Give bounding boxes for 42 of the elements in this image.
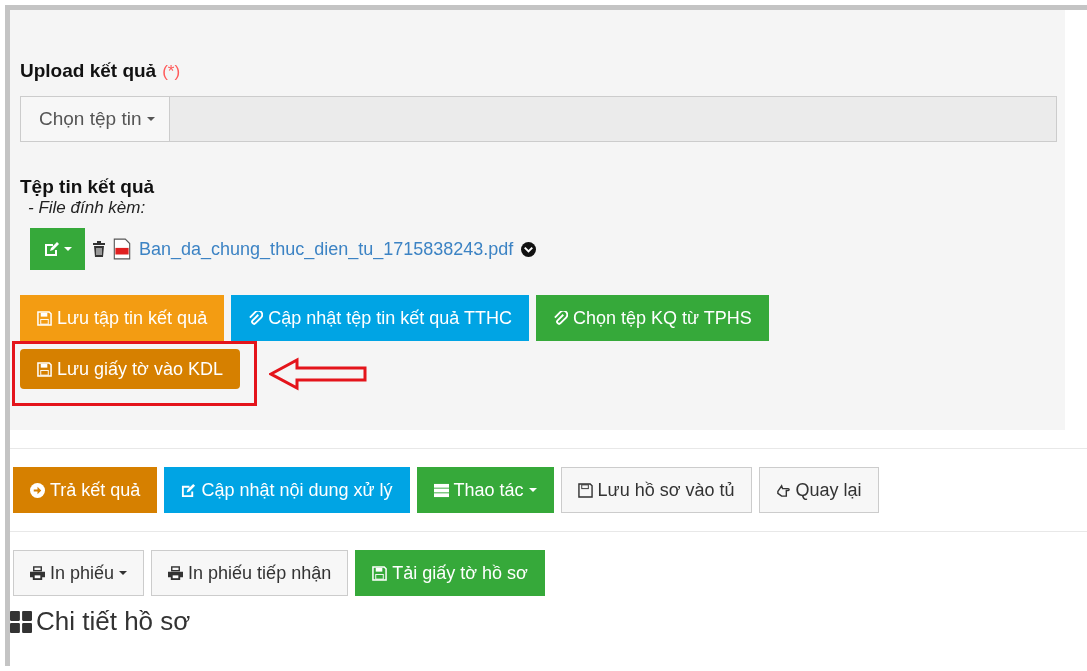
required-mark: (*) [162, 62, 181, 82]
list-icon [433, 482, 449, 498]
file-upload-field[interactable]: Chọn tệp tin [20, 96, 1057, 142]
action-button[interactable]: Quay lại [758, 467, 879, 513]
save-icon [37, 361, 52, 377]
result-files-title: Tệp tin kết quả [20, 176, 156, 198]
pdf-file-icon [113, 238, 131, 260]
section-title: Chi tiết hồ sơ [36, 606, 191, 637]
chevron-circle-icon[interactable] [521, 241, 537, 257]
result-action-button[interactable]: Lưu tập tin kết quả [20, 295, 225, 341]
save-to-kdl-button[interactable]: Lưu giấy tờ vào KDL [20, 349, 240, 389]
caret-icon [119, 571, 128, 575]
result-action-button[interactable]: Chọn tệp KQ từ TPHS [535, 295, 769, 341]
attachment-label: - File đính kèm: [27, 198, 147, 218]
paperclip-icon [552, 310, 568, 326]
printer-icon [168, 565, 184, 581]
result-action-button[interactable]: Cập nhật tệp tin kết quả TTHC [231, 295, 529, 341]
choose-file-button[interactable]: Chọn tệp tin [21, 97, 171, 141]
caret-icon [528, 488, 537, 492]
save-icon [577, 482, 593, 498]
action-button[interactable]: Cập nhật nội dung xử lý [164, 467, 410, 513]
action-button[interactable]: Thao tác [416, 467, 554, 513]
upload-label: Upload kết quả [20, 60, 157, 82]
edit-icon [181, 482, 197, 498]
action-button[interactable]: Trả kết quả [13, 467, 158, 513]
printer-icon [30, 565, 45, 581]
save-icon [372, 565, 388, 581]
file-link[interactable]: Ban_da_chung_thuc_dien_tu_1715838243.pdf [139, 238, 514, 260]
arrow-circle-icon [30, 482, 45, 498]
caret-icon [147, 117, 156, 121]
save-icon [37, 310, 52, 326]
action-button[interactable]: Lưu hồ sơ vào tủ [560, 467, 752, 513]
print-button[interactable]: In phiếu [13, 550, 145, 596]
edit-menu-button[interactable] [30, 228, 85, 270]
caret-icon [64, 247, 72, 251]
grid-icon [10, 610, 32, 633]
paperclip-icon [248, 310, 264, 326]
edit-icon [43, 241, 59, 257]
pointing-hand-icon [775, 482, 791, 498]
trash-icon[interactable] [93, 241, 105, 257]
print-button[interactable]: In phiếu tiếp nhận [151, 550, 349, 596]
print-button[interactable]: Tải giấy tờ hồ sơ [355, 550, 545, 596]
